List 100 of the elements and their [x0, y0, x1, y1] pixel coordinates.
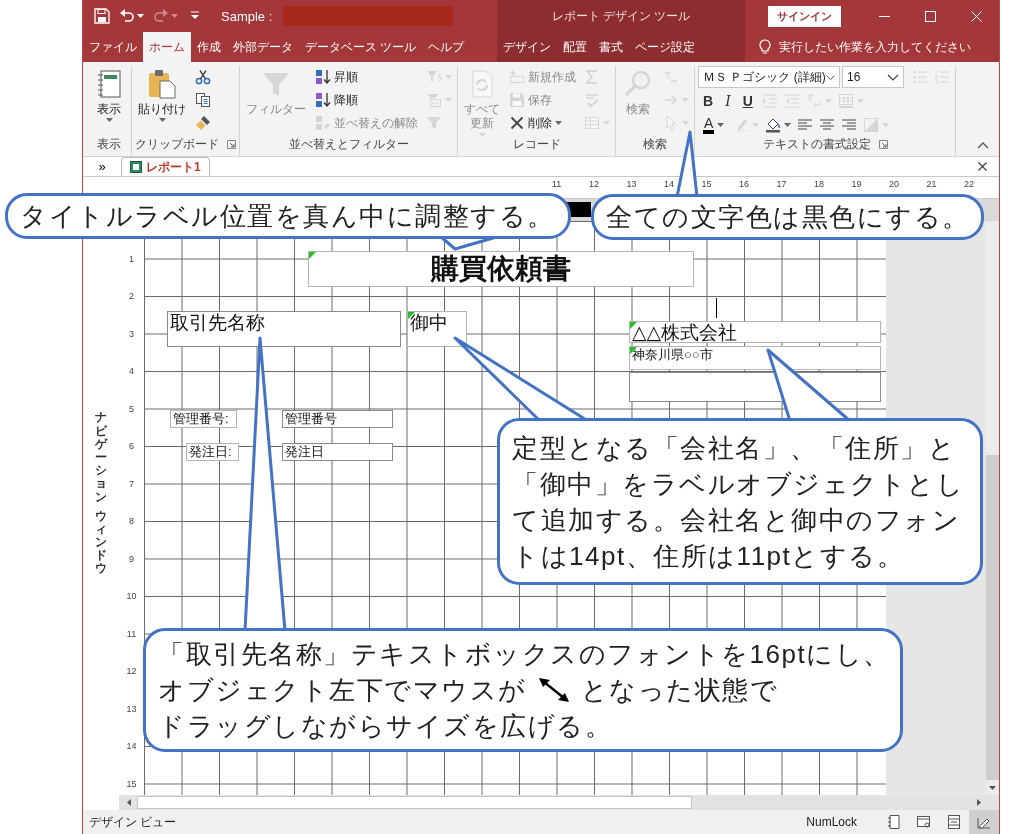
undo-icon [119, 8, 135, 24]
funnel-list-icon [426, 92, 442, 108]
numbered-list-icon [934, 69, 950, 85]
align-center-icon [819, 117, 836, 133]
expand-nav-button[interactable]: » [83, 157, 121, 176]
report-text-box[interactable]: 発注日 [282, 443, 393, 461]
ribbon-tab[interactable]: 外部データ [227, 32, 299, 62]
ribbon-tab[interactable]: ホーム [143, 32, 191, 62]
caret-icon [137, 14, 144, 18]
ruler-number: 12 [588, 178, 600, 191]
group-label: クリップボード [135, 135, 219, 153]
sort-ascending-icon [315, 69, 331, 85]
gridlines-icon [837, 93, 854, 109]
callout-text: ドラッグしながらサイズを広げる。 [158, 710, 612, 743]
dropdown-field[interactable]: ＭＳ Ｐゴシック (詳細) [698, 66, 840, 88]
ruler-number: 13 [125, 702, 138, 716]
context-tools-header: レポート デザイン ツール [551, 7, 691, 25]
sigma-icon [584, 69, 600, 85]
funnel-lightning-icon [426, 69, 442, 85]
navigation-pane-label[interactable]: ナビゲーション [95, 411, 107, 504]
ruler-number: 5 [128, 402, 135, 416]
report-text-box[interactable]: 管理番号 [282, 410, 393, 428]
dialog-launcher-icon[interactable] [227, 139, 236, 149]
group-label: レコード [512, 135, 561, 153]
ruler-number: 19 [850, 178, 863, 191]
format-button[interactable]: B [698, 90, 719, 112]
caret-icon [158, 118, 166, 123]
tell-me-search[interactable]: 実行したい作業を入力してください [779, 38, 971, 56]
ruler-number: 12 [125, 665, 138, 678]
ruler-number: 22 [963, 178, 975, 191]
callout-text: 定型となる「会社名」、「住所」と「御中」をラベルオブジェクトとして追加する。会社名と御中のフォントは14pt、住所は11ptとする。 [512, 431, 965, 573]
format-button[interactable]: I [720, 90, 736, 112]
dialog-launcher-icon[interactable] [878, 139, 888, 149]
ribbon-button[interactable]: 降順 [313, 89, 420, 111]
scissors-icon [195, 69, 211, 85]
ruler-number: 7 [128, 477, 135, 491]
callout-text: 全ての文字色は黒色にする。 [606, 201, 970, 234]
report-label[interactable]: 神奈川県○○市 [629, 346, 881, 370]
pointer-icon [663, 115, 679, 131]
scrollbar-thumb[interactable] [137, 796, 692, 809]
format-button[interactable]: U [737, 90, 758, 112]
highlighter-icon [733, 117, 750, 133]
chevron-down-icon [825, 73, 835, 81]
vertical-scrollbar[interactable] [986, 221, 999, 795]
dropdown-field[interactable]: 16 [842, 66, 904, 88]
report-text-box[interactable]: 取引先名称 [167, 311, 401, 347]
callout-text: タイトルラベル位置を真ん中に調整する。 [20, 200, 555, 233]
clear-sort-icon [315, 115, 331, 131]
report-label[interactable]: 御中 [407, 311, 467, 347]
document-tab[interactable]: レポート1 [121, 157, 210, 176]
ribbon-button[interactable]: 削除 [507, 112, 578, 134]
group-label: 検索 [643, 135, 667, 153]
lightbulb-icon [759, 39, 771, 55]
ribbon-tab[interactable]: ページ設定 [629, 32, 701, 62]
ruler-number: 14 [125, 740, 138, 753]
sign-in-button[interactable]: サインイン [768, 5, 841, 27]
chevron-up-icon [977, 142, 989, 149]
replace-icon [663, 69, 679, 85]
maximize-icon [924, 10, 936, 22]
document-title: Sample : [221, 8, 273, 24]
numlock-indicator: NumLock [806, 815, 857, 829]
ribbon-tab[interactable]: 書式 [593, 32, 629, 62]
ruler-number: 15 [125, 777, 138, 791]
new-record-icon [509, 69, 525, 85]
group-label: 並べ替えとフィルター [288, 135, 409, 153]
ruler-number: 6 [128, 440, 135, 453]
ribbon-tab[interactable]: デザイン [497, 32, 557, 62]
ribbon-tab[interactable]: ヘルプ [422, 32, 471, 62]
ruler-number: 14 [663, 178, 675, 191]
ruler-number: 20 [888, 178, 900, 191]
ribbon-tab[interactable]: 配置 [557, 32, 593, 62]
ribbon-tab[interactable]: 作成 [191, 32, 227, 62]
ruler-number: 4 [128, 365, 135, 378]
ribbon-tab[interactable]: データベース ツール [299, 32, 423, 62]
paint-bucket-icon [765, 117, 782, 133]
report-label[interactable]: 管理番号: [170, 410, 237, 428]
ruler-number: 21 [925, 178, 938, 191]
ribbon-button[interactable]: 昇順 [313, 66, 420, 88]
ribbon-button[interactable]: 貼り付け [135, 66, 189, 125]
horizontal-scrollbar[interactable] [119, 795, 999, 810]
scrollbar-thumb[interactable] [986, 455, 999, 780]
sort-descending-icon [315, 92, 331, 108]
format-button[interactable]: A [698, 114, 730, 136]
ribbon-tab[interactable]: ファイル [83, 32, 143, 62]
indent-icon [761, 93, 778, 109]
report-label[interactable]: 発注日: [186, 443, 239, 461]
ruler-number: 9 [128, 552, 135, 566]
save-button[interactable] [91, 6, 113, 26]
close-icon [978, 162, 987, 171]
ruler-number: 8 [128, 515, 135, 528]
ruler-number: 11 [125, 627, 138, 641]
report-label[interactable]: △△株式会社 [629, 321, 881, 343]
x-icon [509, 115, 525, 131]
ruler-number: 13 [625, 178, 638, 191]
ribbon-button[interactable]: 表示 [90, 66, 128, 125]
view-button[interactable] [969, 810, 999, 834]
navigation-pane-label[interactable]: ウィンドウ [95, 509, 107, 576]
ruler-number: 16 [738, 178, 750, 191]
save-icon [509, 92, 525, 108]
caret-icon [717, 123, 725, 127]
